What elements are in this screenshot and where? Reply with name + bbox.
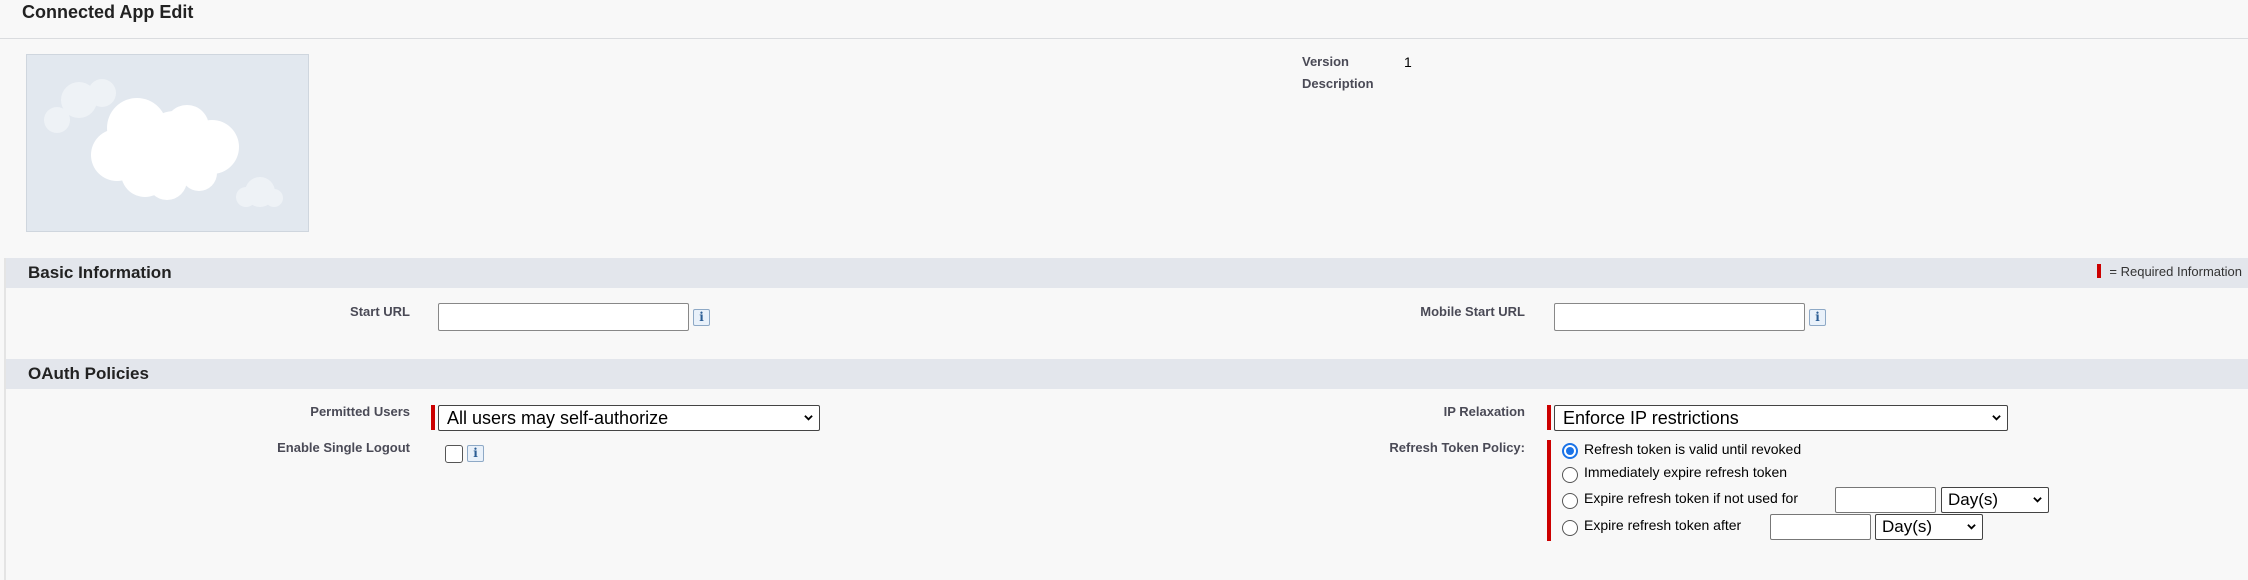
refresh-option-immediately-expire-radio[interactable] [1562,467,1578,483]
expire-after-amount-input[interactable] [1770,514,1871,540]
info-icon[interactable]: i [693,309,710,326]
expire-after-unit-select[interactable]: Day(s) [1875,514,1983,540]
description-label: Description [1302,76,1374,91]
refresh-option-expire-after-radio[interactable] [1562,520,1578,536]
chevron-down-icon [1967,524,1976,530]
permitted-users-selected: All users may self-authorize [447,408,669,428]
section-title-basic-information: Basic Information [28,263,172,282]
ip-relaxation-select[interactable]: Enforce IP restrictions [1554,405,2008,431]
permitted-users-select[interactable]: All users may self-authorize [438,405,820,431]
version-value: 1 [1404,54,1412,70]
mobile-start-url-label: Mobile Start URL [1420,304,1525,319]
version-label: Version [1302,54,1349,69]
left-border [4,258,6,580]
refresh-option-label: Expire refresh token after [1584,517,1742,533]
chevron-down-icon [804,415,813,421]
required-marker [2097,264,2102,278]
section-header-oauth-policies: OAuth Policies [6,359,2248,389]
salesforce-cloud-icon [44,79,283,207]
refresh-option-label: Expire refresh token if not used for [1584,490,1798,506]
enable-single-logout-label: Enable Single Logout [277,440,410,455]
section-header-basic-information: Basic Information = Required Information [6,258,2248,288]
start-url-input[interactable] [438,303,689,331]
page-title: Connected App Edit [22,2,194,22]
expire-if-unused-amount-input[interactable] [1835,487,1936,513]
info-icon[interactable]: i [1809,309,1826,326]
required-legend: = Required Information [2097,264,2242,279]
expire-if-unused-unit-select[interactable]: Day(s) [1941,487,2049,513]
required-marker [431,405,435,430]
required-marker [1547,440,1551,541]
chevron-down-icon [2033,497,2042,503]
ip-relaxation-selected: Enforce IP restrictions [1563,408,1739,428]
permitted-users-label: Permitted Users [310,404,410,419]
start-url-label: Start URL [350,304,410,319]
refresh-option-label: Refresh token is valid until revoked [1584,441,1802,457]
refresh-token-policy-label: Refresh Token Policy: [1389,440,1525,455]
ip-relaxation-label: IP Relaxation [1443,404,1525,419]
page-header [0,0,2248,39]
required-legend-text: = Required Information [2109,264,2242,279]
refresh-option-valid-until-revoked-radio[interactable] [1562,443,1578,459]
refresh-option-label: Immediately expire refresh token [1584,464,1788,480]
required-marker [1547,405,1551,430]
enable-single-logout-checkbox[interactable] [445,445,463,463]
app-logo [26,54,309,232]
expire-if-unused-unit-selected: Day(s) [1948,490,1999,509]
section-title-oauth-policies: OAuth Policies [28,364,149,383]
refresh-option-expire-if-unused-radio[interactable] [1562,493,1578,509]
info-icon[interactable]: i [467,445,484,462]
chevron-down-icon [1992,415,2001,421]
mobile-start-url-input[interactable] [1554,303,1805,331]
expire-after-unit-selected: Day(s) [1882,517,1933,536]
